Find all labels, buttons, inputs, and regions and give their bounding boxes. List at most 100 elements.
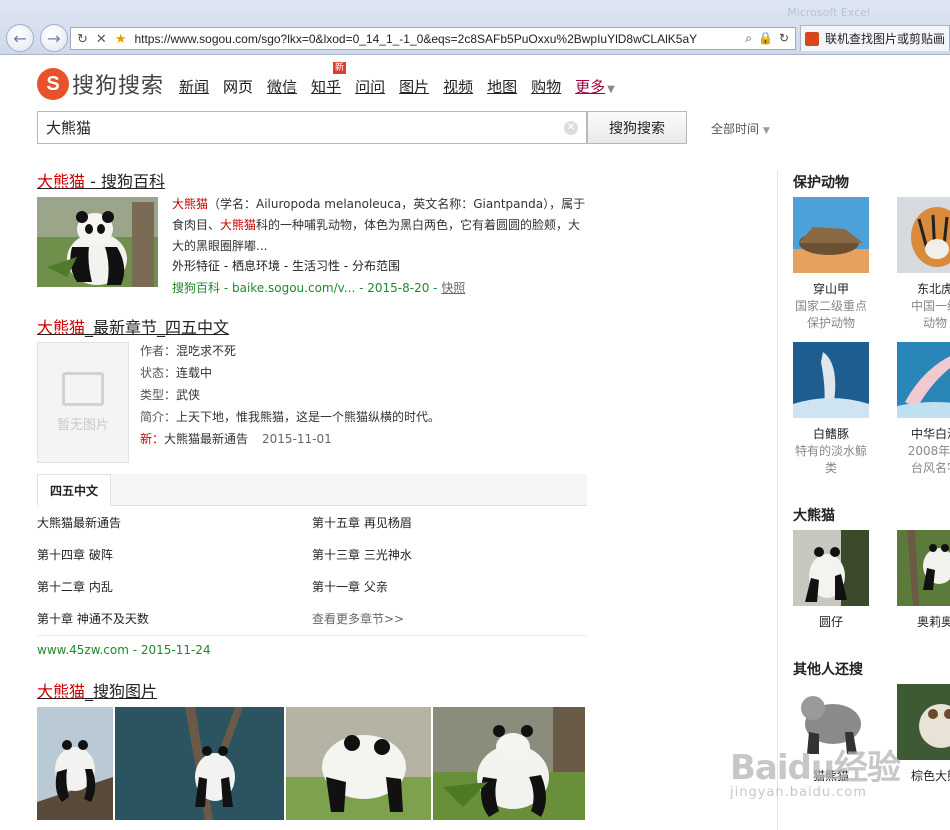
sidebar-card[interactable]: 棕色大熊 xyxy=(895,684,950,785)
type-label: 类型： xyxy=(140,388,177,402)
nav-shopping[interactable]: 购物 xyxy=(531,76,561,97)
sogou-logo-icon: S xyxy=(37,68,69,100)
source-url: baike.sogou.com/v... xyxy=(231,281,356,295)
sidebar-card[interactable]: 奥莉奥 xyxy=(895,530,950,631)
chevron-down-icon: ▼ xyxy=(762,126,770,136)
nav-weixin[interactable]: 微信 xyxy=(267,76,297,97)
time-filter-label: 全部时间 xyxy=(711,122,760,136)
card-sub: 中国一级 xyxy=(910,299,950,313)
nav-web[interactable]: 网页 xyxy=(223,76,253,97)
title-rest: _搜狗图片 xyxy=(85,682,158,701)
clear-icon[interactable]: ✕ xyxy=(564,120,578,135)
search-box[interactable]: ✕ xyxy=(37,111,587,144)
card-name: 东北虎 xyxy=(916,282,950,296)
intro-label: 简介： xyxy=(140,410,177,424)
chapter-link[interactable]: 第十一章 父亲 xyxy=(312,578,388,595)
sidebar-heading-protected: 保护动物 xyxy=(793,175,849,191)
sidebar-heading-panda: 大熊猫 xyxy=(793,508,835,524)
source-name: 搜狗百科 xyxy=(172,281,221,295)
gallery-image[interactable] xyxy=(433,707,585,820)
new-chapter-link[interactable]: 大熊猫最新通告 xyxy=(164,432,248,446)
sidebar-card[interactable]: 穿山甲 国家二级重点 保护动物 xyxy=(791,197,871,332)
result-title-baike[interactable]: 大熊猫 - 搜狗百科 xyxy=(37,168,165,192)
dolphin-thumbnail xyxy=(793,342,869,418)
search-button[interactable]: 搜狗搜索 xyxy=(587,111,687,144)
title-highlight: 大熊猫 xyxy=(37,172,86,191)
forward-arrow-icon: → xyxy=(47,28,61,48)
back-arrow-icon: ← xyxy=(13,28,27,48)
card-name: 圆仔 xyxy=(818,615,843,629)
more-chapters-link[interactable]: 查看更多章节>> xyxy=(312,610,404,627)
pangolin-thumbnail xyxy=(793,197,869,273)
chapter-link[interactable]: 第十五章 再见杨眉 xyxy=(312,514,412,531)
card-sub: 台风名字 xyxy=(910,461,950,475)
snapshot-link[interactable]: 快照 xyxy=(441,281,465,295)
search-input[interactable] xyxy=(46,118,564,137)
search-icon[interactable]: ⌕ xyxy=(745,31,752,46)
result-title-novel[interactable]: 大熊猫_最新章节_四五中文 xyxy=(37,314,229,338)
refresh-icon[interactable]: ↻ xyxy=(77,31,88,47)
browser-chrome: Microsoft Excel ← → ↻ ✕ ★ https://www.so… xyxy=(0,0,950,55)
nav-more-label: 更多 xyxy=(575,78,606,96)
result-title-images[interactable]: 大熊猫_搜狗图片 xyxy=(37,678,157,702)
sublink-distribution[interactable]: 分布范围 xyxy=(352,259,400,273)
card-sub: 国家二级重点 xyxy=(794,299,867,313)
back-button[interactable]: ← xyxy=(6,24,34,52)
author-value: 混吃求不死 xyxy=(176,344,237,358)
sidebar-card[interactable]: 圆仔 xyxy=(791,530,871,631)
desc-highlight: 大熊猫 xyxy=(220,218,257,232)
favorite-star-icon[interactable]: ★ xyxy=(115,31,127,47)
sublink-habitat[interactable]: 栖息环境 xyxy=(232,259,280,273)
sidebar-card[interactable]: 白鳍豚 特有的淡水鲸 类 xyxy=(791,342,871,477)
nav-news[interactable]: 新闻 xyxy=(179,76,209,97)
url-text[interactable]: https://www.sogou.com/sgo?lkx=0&lxod=0_1… xyxy=(134,32,737,46)
sidebar-card[interactable]: 东北虎 中国一级 动物 xyxy=(895,197,950,332)
nav-wenwen[interactable]: 问问 xyxy=(355,76,385,97)
panda-baike-image[interactable] xyxy=(37,197,158,287)
nav-images[interactable]: 图片 xyxy=(399,76,429,97)
sidebar-divider xyxy=(777,170,778,830)
result-description: 大熊猫（学名：Ailuropoda melanoleuca，英文名称：Giant… xyxy=(172,194,592,257)
author-label: 作者： xyxy=(140,344,177,358)
refresh-small-icon[interactable]: ↻ xyxy=(779,31,789,46)
chapter-link[interactable]: 大熊猫最新通告 xyxy=(37,514,121,531)
nav-zhihu[interactable]: 知乎 新 xyxy=(311,62,347,97)
nav-more[interactable]: 更多 ▼ xyxy=(575,76,615,97)
nav-video[interactable]: 视频 xyxy=(443,76,473,97)
title-rest: - 搜狗百科 xyxy=(85,172,165,191)
gallery-image[interactable] xyxy=(286,707,431,820)
brown-panda-thumbnail xyxy=(897,684,950,760)
stop-icon[interactable]: ✕ xyxy=(96,31,107,47)
tab-45zw[interactable]: 四五中文 xyxy=(37,474,112,506)
card-sub: 保护动物 xyxy=(806,316,855,330)
top-navigation: 新闻 网页 微信 知乎 新 问问 图片 视频 地图 购物 更多 ▼ xyxy=(179,62,615,97)
sidebar-card[interactable]: 中华白海 2008年太 台风名字 xyxy=(895,342,950,477)
chapter-link[interactable]: 第十三章 三光神水 xyxy=(312,546,412,563)
baidu-jingyan-watermark: Baidu经验 jingyan.baidu.com xyxy=(730,740,901,800)
chapter-link[interactable]: 第十章 神通不及天数 xyxy=(37,610,149,627)
lock-icon: 🔒 xyxy=(757,31,773,45)
nav-map[interactable]: 地图 xyxy=(487,76,517,97)
address-bar[interactable]: ↻ ✕ ★ https://www.sogou.com/sgo?lkx=0&lx… xyxy=(70,27,796,50)
browser-tab[interactable]: 联机查找图片或剪贴画 xyxy=(800,25,950,51)
chapter-tabs: 四五中文 xyxy=(37,474,587,506)
result-source: www.45zw.com - 2015-11-24 xyxy=(37,643,211,657)
panda-aolio-thumbnail xyxy=(897,530,950,606)
title-highlight: 大熊猫 xyxy=(37,682,86,701)
time-filter[interactable]: 全部时间 ▼ xyxy=(711,120,770,137)
chapter-link[interactable]: 第十四章 破阵 xyxy=(37,546,113,563)
sublink-habits[interactable]: 生活习性 xyxy=(292,259,340,273)
sublink-appearance[interactable]: 外形特征 xyxy=(172,259,220,273)
panda-yuanzai-thumbnail xyxy=(793,530,869,606)
gallery-image[interactable] xyxy=(115,707,284,820)
chapter-link[interactable]: 第十二章 内乱 xyxy=(37,578,113,595)
new-label: 新： xyxy=(140,432,165,446)
office-favicon-icon xyxy=(805,31,819,46)
sogou-logo[interactable]: S 搜狗搜索 xyxy=(37,68,164,100)
logo-text: 搜狗搜索 xyxy=(72,74,165,99)
forward-button[interactable]: → xyxy=(40,24,68,52)
gallery-image[interactable] xyxy=(37,707,113,820)
baike-sublinks: 外形特征 - 栖息环境 - 生活习性 - 分布范围 xyxy=(172,259,400,273)
desc-highlight: 大熊猫 xyxy=(172,197,209,211)
novel-meta: 作者：混吃求不死 状态：连载中 类型：武侠 简介：上天下地，惟我熊猫，这是一个熊… xyxy=(140,340,440,450)
